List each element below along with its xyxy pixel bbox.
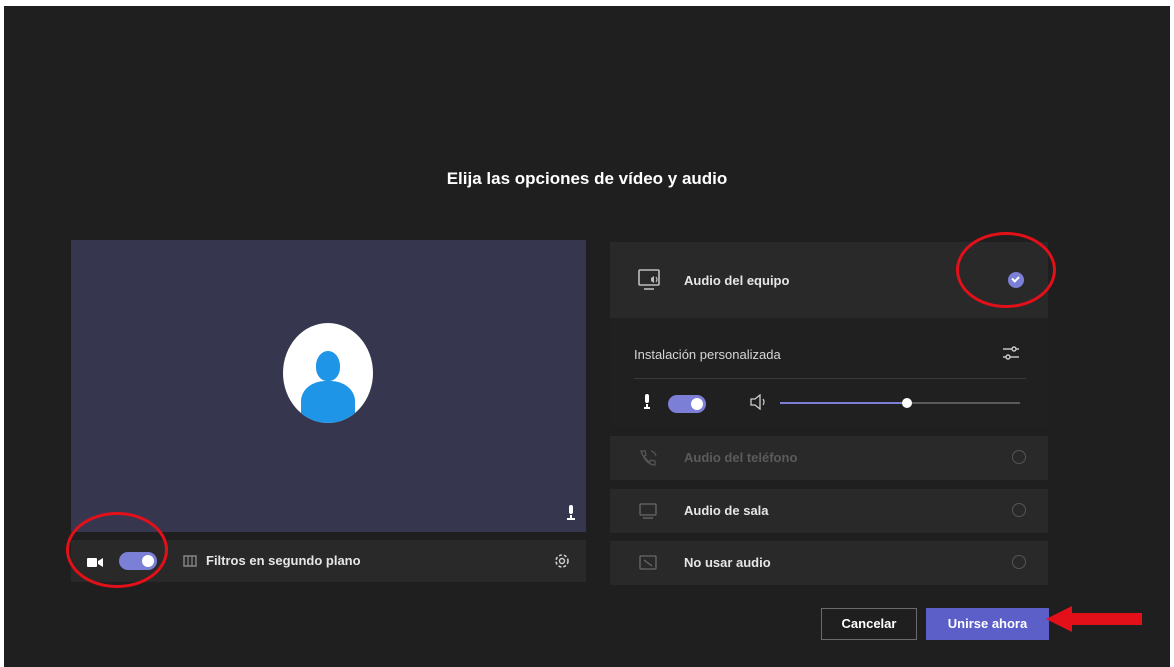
audio-option-room[interactable]: Audio de sala bbox=[610, 489, 1048, 533]
computer-audio-label: Audio del equipo bbox=[684, 273, 790, 288]
video-preview bbox=[71, 240, 586, 532]
annotation-circle-computer-audio bbox=[956, 232, 1056, 308]
volume-slider-fill bbox=[780, 402, 908, 404]
dialog-title: Elija las opciones de vídeo y audio bbox=[446, 169, 728, 188]
annotation-arrow-icon bbox=[1046, 606, 1142, 632]
divider bbox=[634, 378, 1026, 379]
background-filter-icon bbox=[183, 554, 197, 568]
phone-audio-radio[interactable] bbox=[1012, 450, 1026, 464]
annotation-circle-camera-toggle bbox=[66, 512, 168, 588]
custom-setup-label: Instalación personalizada bbox=[634, 347, 781, 362]
phone-icon bbox=[638, 449, 658, 467]
audio-option-phone[interactable]: Audio del teléfono bbox=[610, 436, 1048, 480]
background-filters-button[interactable]: Filtros en segundo plano bbox=[206, 553, 361, 568]
microphone-toggle[interactable] bbox=[668, 395, 706, 413]
gear-icon[interactable] bbox=[553, 552, 571, 570]
room-audio-radio[interactable] bbox=[1012, 503, 1026, 517]
custom-setup-panel: Instalación personalizada bbox=[610, 318, 1048, 428]
computer-audio-icon bbox=[638, 269, 662, 291]
join-screen: Elija las opciones de vídeo y audio Filt… bbox=[4, 6, 1170, 667]
no-audio-icon bbox=[638, 554, 658, 572]
no-audio-label: No usar audio bbox=[684, 555, 771, 570]
room-audio-label: Audio de sala bbox=[684, 503, 769, 518]
audio-option-none[interactable]: No usar audio bbox=[610, 541, 1048, 585]
join-now-button[interactable]: Unirse ahora bbox=[926, 608, 1049, 640]
microphone-icon bbox=[642, 394, 652, 410]
phone-audio-label: Audio del teléfono bbox=[684, 450, 798, 465]
sliders-icon[interactable] bbox=[1002, 345, 1020, 361]
volume-slider-thumb[interactable] bbox=[902, 398, 913, 408]
speaker-icon bbox=[750, 393, 768, 411]
avatar-icon bbox=[283, 323, 373, 423]
video-mic-indicator-icon bbox=[566, 505, 576, 524]
volume-slider[interactable] bbox=[780, 398, 1020, 408]
no-audio-radio[interactable] bbox=[1012, 555, 1026, 569]
room-audio-icon bbox=[638, 502, 658, 520]
cancel-button[interactable]: Cancelar bbox=[821, 608, 917, 640]
